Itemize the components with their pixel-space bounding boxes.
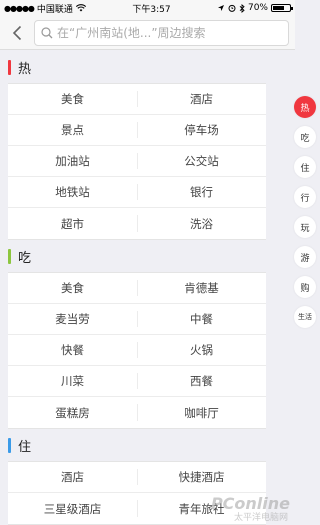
category-item[interactable]: 麦当劳 bbox=[8, 304, 137, 334]
clock: 下午3:57 bbox=[132, 4, 171, 15]
index-item[interactable]: 热 bbox=[294, 96, 316, 118]
search-icon bbox=[41, 26, 53, 38]
section-color-bar bbox=[8, 248, 11, 264]
category-row: 美食 肯德基 bbox=[8, 273, 266, 304]
watermark-subtitle: 太平洋电脑网 bbox=[233, 513, 288, 523]
category-row: 加油站 公交站 bbox=[8, 146, 266, 177]
category-item[interactable]: 地铁站 bbox=[8, 177, 137, 207]
section-header: 住 bbox=[0, 429, 295, 461]
section-color-bar bbox=[8, 59, 11, 75]
category-item[interactable]: 川菜 bbox=[8, 366, 137, 396]
category-item[interactable]: 停车场 bbox=[137, 115, 266, 145]
category-row: 超市 洗浴 bbox=[8, 208, 266, 239]
category-item[interactable]: 洗浴 bbox=[137, 208, 266, 239]
category-item[interactable]: 肯德基 bbox=[137, 273, 266, 303]
category-row: 美食 酒店 bbox=[8, 84, 266, 115]
section-title: 住 bbox=[18, 439, 32, 455]
index-item[interactable]: 生活 bbox=[294, 306, 316, 328]
category-grid: 美食 酒店 景点 停车场 加油站 公交站 地铁站 银行 超市 洗浴 bbox=[8, 83, 266, 240]
section-header: 吃 bbox=[0, 240, 295, 272]
category-item[interactable]: 美食 bbox=[8, 273, 137, 303]
back-button[interactable] bbox=[0, 16, 34, 50]
search-box[interactable] bbox=[34, 19, 289, 46]
index-item[interactable]: 吃 bbox=[294, 126, 316, 148]
category-item[interactable]: 中餐 bbox=[137, 304, 266, 334]
category-item[interactable]: 蛋糕房 bbox=[8, 397, 137, 428]
carrier-label: 中国联通 bbox=[36, 4, 73, 15]
wifi-icon bbox=[75, 4, 86, 12]
search-input[interactable] bbox=[57, 25, 288, 40]
category-item[interactable]: 咖啡厅 bbox=[137, 397, 266, 428]
category-row: 酒店 快捷酒店 bbox=[8, 462, 266, 493]
section-title: 吃 bbox=[18, 250, 32, 266]
index-item[interactable]: 游 bbox=[294, 246, 316, 268]
category-item[interactable]: 景点 bbox=[8, 115, 137, 145]
category-item[interactable]: 银行 bbox=[137, 177, 266, 207]
category-row: 蛋糕房 咖啡厅 bbox=[8, 397, 266, 428]
category-row: 快餐 火锅 bbox=[8, 335, 266, 366]
index-item[interactable]: 玩 bbox=[294, 216, 316, 238]
status-bar: ●●●●● 中国联通 下午3:57 70% bbox=[0, 0, 295, 16]
category-row: 景点 停车场 bbox=[8, 115, 266, 146]
category-item[interactable]: 快餐 bbox=[8, 335, 137, 365]
category-item[interactable]: 酒店 bbox=[137, 84, 266, 114]
category-item[interactable]: 三星级酒店 bbox=[8, 493, 137, 524]
index-item[interactable]: 行 bbox=[294, 186, 316, 208]
alarm-icon bbox=[228, 4, 236, 12]
category-index-bar: 热吃住行玩游购生活 bbox=[294, 96, 316, 328]
battery-icon bbox=[271, 4, 293, 12]
section-title: 热 bbox=[18, 61, 32, 77]
category-row: 麦当劳 中餐 bbox=[8, 304, 266, 335]
category-item[interactable]: 超市 bbox=[8, 208, 137, 239]
category-grid: 美食 肯德基 麦当劳 中餐 快餐 火锅 川菜 西餐 蛋糕房 咖啡厅 bbox=[8, 272, 266, 429]
category-item[interactable]: 酒店 bbox=[8, 462, 137, 492]
category-item[interactable]: 西餐 bbox=[137, 366, 266, 396]
battery-percent: 70% bbox=[247, 3, 268, 13]
category-row: 川菜 西餐 bbox=[8, 366, 266, 397]
category-item[interactable]: 加油站 bbox=[8, 146, 137, 176]
nav-bar bbox=[0, 16, 295, 50]
category-item[interactable]: 火锅 bbox=[137, 335, 266, 365]
signal-icon: ●●●●● bbox=[4, 3, 35, 13]
category-row: 地铁站 银行 bbox=[8, 177, 266, 208]
bluetooth-icon bbox=[239, 3, 245, 13]
section-header: 热 bbox=[0, 51, 295, 83]
category-item[interactable]: 美食 bbox=[8, 84, 137, 114]
section-color-bar bbox=[8, 437, 11, 453]
category-list: 热美食 酒店 景点 停车场 加油站 公交站 地铁站 银行 超市 洗浴吃美食 肯德基 麦当劳 中餐 快餐 火锅… bbox=[0, 51, 295, 525]
index-item[interactable]: 住 bbox=[294, 156, 316, 178]
location-arrow-icon bbox=[217, 5, 224, 11]
index-item[interactable]: 购 bbox=[294, 276, 316, 298]
category-grid: 酒店 快捷酒店 三星级酒店 青年旅社 bbox=[8, 461, 266, 525]
chevron-left-icon bbox=[12, 25, 22, 40]
category-item[interactable]: 快捷酒店 bbox=[137, 462, 266, 492]
category-item[interactable]: 公交站 bbox=[137, 146, 266, 176]
